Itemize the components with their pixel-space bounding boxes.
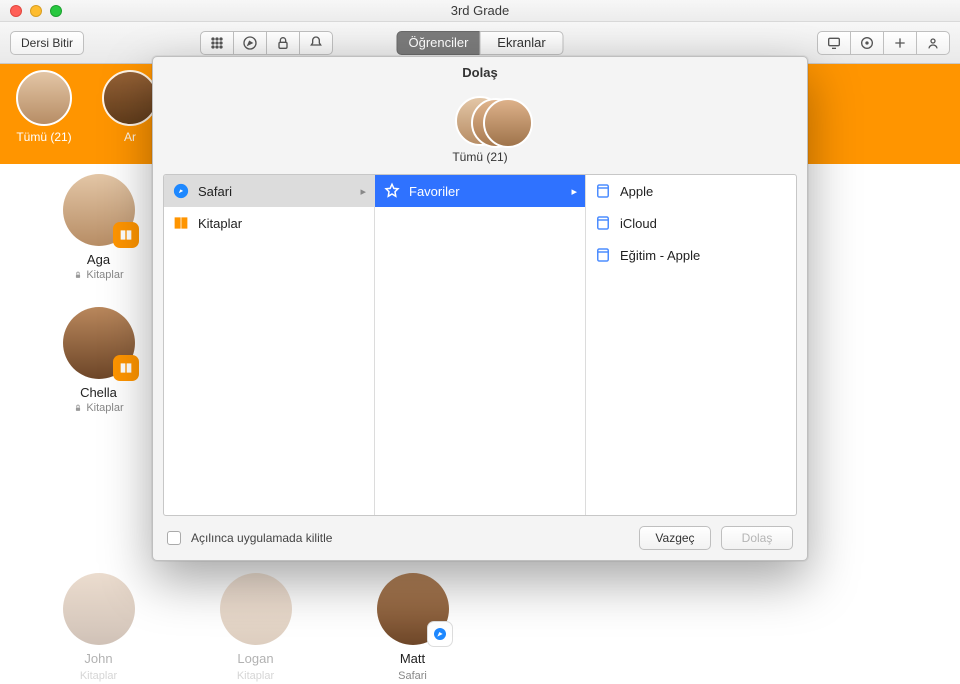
- screens-button[interactable]: [817, 31, 851, 55]
- student-avatar: [220, 573, 292, 645]
- column-browser: Safari ▸ Kitaplar Favoriler ▸ Apple iCloud Eğ…: [163, 174, 797, 516]
- browser-row[interactable]: Kitaplar: [164, 207, 374, 239]
- group-avatar: [16, 70, 72, 126]
- group-label: Ar: [102, 130, 158, 144]
- add-button[interactable]: [883, 31, 917, 55]
- browser-row[interactable]: Favoriler ▸: [375, 175, 585, 207]
- zoom-window-button[interactable]: [50, 5, 62, 17]
- compass-icon: [242, 35, 258, 51]
- row-label: Favoriler: [409, 184, 460, 199]
- sheet-target: Tümü (21): [153, 90, 807, 174]
- student-card[interactable]: Matt Safari: [334, 573, 491, 684]
- lock-icon: [73, 270, 83, 280]
- group-all[interactable]: Tümü (21): [16, 70, 72, 164]
- student-name: Matt: [334, 651, 491, 666]
- row-label: iCloud: [620, 216, 657, 231]
- student-avatar: [63, 573, 135, 645]
- student-avatar: [63, 174, 135, 246]
- segment-screens[interactable]: Ekranlar: [480, 31, 564, 55]
- browser-row[interactable]: Safari ▸: [164, 175, 374, 207]
- window-controls: [0, 5, 62, 17]
- minimize-window-button[interactable]: [30, 5, 42, 17]
- mute-button[interactable]: [299, 31, 333, 55]
- lock-button[interactable]: [266, 31, 300, 55]
- browser-row[interactable]: iCloud: [586, 207, 796, 239]
- toolbar-left-group: [200, 31, 333, 55]
- books-badge-icon: [113, 222, 139, 248]
- lock-icon: [275, 35, 291, 51]
- row-label: Eğitim - Apple: [620, 248, 700, 263]
- student-app: Kitaplar: [237, 670, 274, 682]
- toolbar-right-group: [817, 31, 950, 55]
- browser-row[interactable]: Apple: [586, 175, 796, 207]
- navigate-button[interactable]: [233, 31, 267, 55]
- group-avatar: [102, 70, 158, 126]
- people-button[interactable]: [916, 31, 950, 55]
- sheet-title: Dolaş: [153, 65, 807, 80]
- group-label: Tümü (21): [16, 130, 72, 144]
- close-window-button[interactable]: [10, 5, 22, 17]
- chevron-right-icon: ▸: [571, 185, 577, 198]
- student-avatar: [377, 573, 449, 645]
- student-app: Kitaplar: [80, 670, 117, 682]
- row-label: Safari: [198, 184, 232, 199]
- student-app: Safari: [398, 670, 427, 682]
- sheet-target-label: Tümü (21): [153, 150, 807, 164]
- column-1[interactable]: Safari ▸ Kitaplar: [164, 175, 375, 515]
- lock-icon: [73, 403, 83, 413]
- safari-badge-icon: [427, 621, 453, 647]
- lock-after-open-checkbox[interactable]: [167, 531, 181, 545]
- share-button[interactable]: [850, 31, 884, 55]
- navigate-sheet: Dolaş Tümü (21) Safari ▸ Kitaplar Favorile…: [152, 56, 808, 561]
- person-icon: [925, 35, 941, 51]
- lock-after-open-label: Açılınca uygulamada kilitle: [191, 531, 332, 545]
- sheet-header: Dolaş: [153, 57, 807, 90]
- end-lesson-button[interactable]: Dersi Bitir: [10, 31, 84, 55]
- open-app-button[interactable]: [200, 31, 234, 55]
- student-card[interactable]: Logan Kitaplar: [177, 573, 334, 684]
- app-grid-icon: [209, 35, 225, 51]
- bell-icon: [308, 35, 324, 51]
- titlebar: 3rd Grade: [0, 0, 960, 22]
- cancel-button[interactable]: Vazgeç: [639, 526, 711, 550]
- plus-icon: [892, 35, 908, 51]
- student-app: Kitaplar: [73, 269, 123, 281]
- segment-students[interactable]: Öğrenciler: [397, 31, 481, 55]
- sheet-footer: Açılınca uygulamada kilitle Vazgeç Dolaş: [153, 516, 807, 560]
- student-avatar: [63, 307, 135, 379]
- column-3[interactable]: Apple iCloud Eğitim - Apple: [586, 175, 796, 515]
- column-2[interactable]: Favoriler ▸: [375, 175, 586, 515]
- view-segment: Öğrenciler Ekranlar: [397, 31, 564, 55]
- row-label: Apple: [620, 184, 653, 199]
- student-name: Logan: [177, 651, 334, 666]
- books-badge-icon: [113, 355, 139, 381]
- chevron-right-icon: ▸: [360, 185, 366, 198]
- group-second[interactable]: Ar: [102, 70, 158, 164]
- row-label: Kitaplar: [198, 216, 242, 231]
- browser-row[interactable]: Eğitim - Apple: [586, 239, 796, 271]
- screen-icon: [826, 35, 842, 51]
- window-title: 3rd Grade: [0, 3, 960, 18]
- student-app: Kitaplar: [73, 402, 123, 414]
- go-button[interactable]: Dolaş: [721, 526, 793, 550]
- student-name: John: [20, 651, 177, 666]
- student-card[interactable]: John Kitaplar: [20, 573, 177, 684]
- share-icon: [859, 35, 875, 51]
